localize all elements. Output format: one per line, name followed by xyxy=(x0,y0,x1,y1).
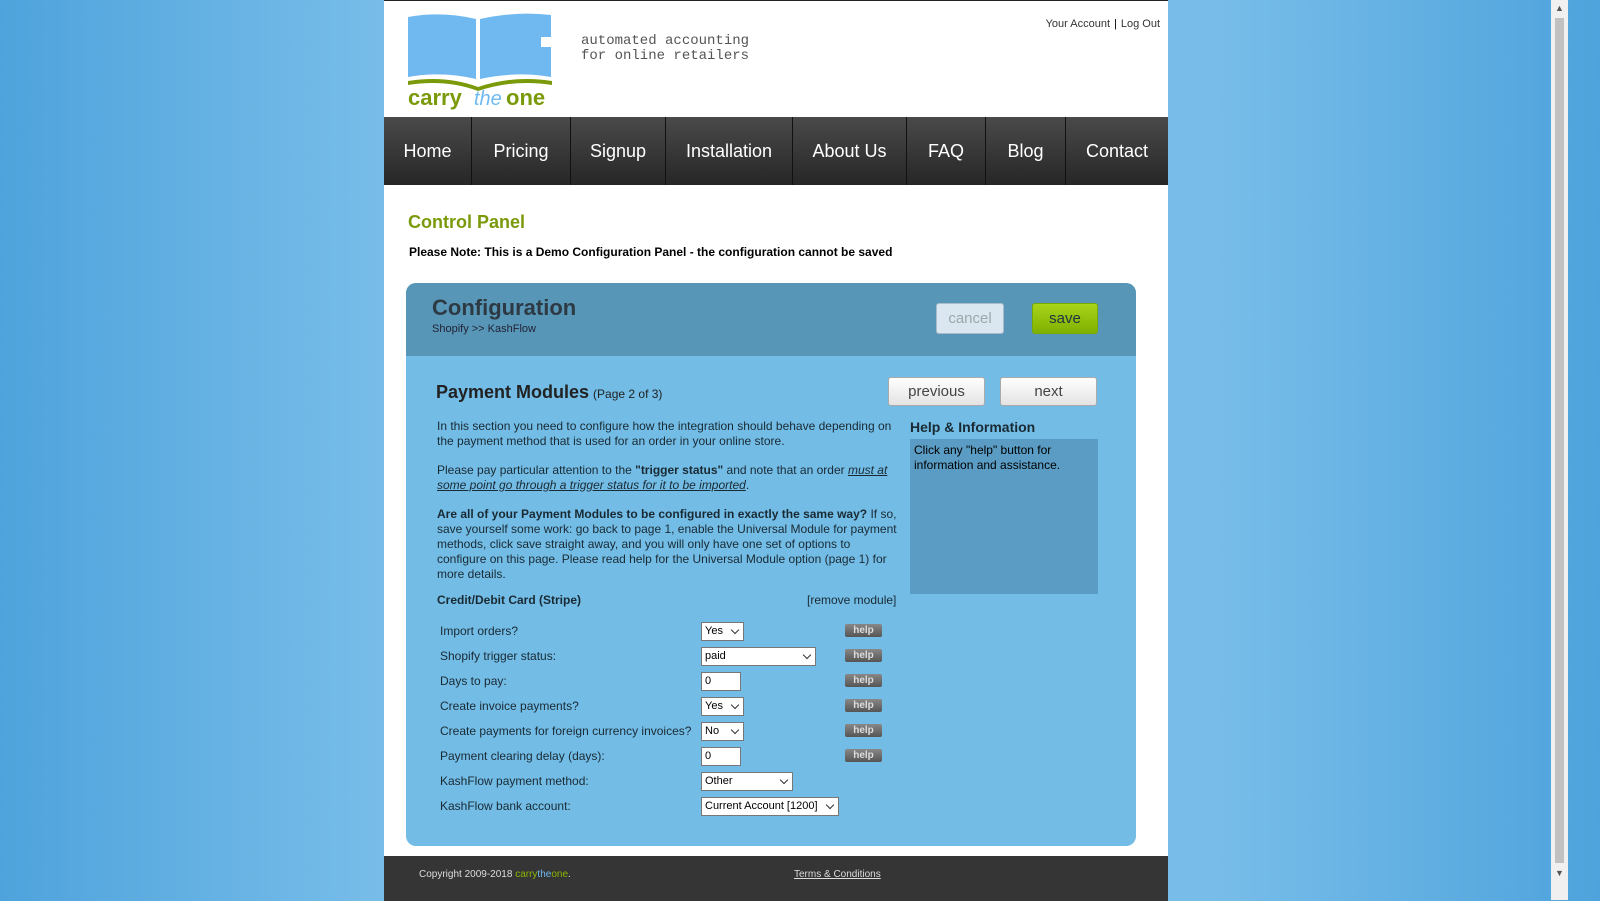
field-label: KashFlow payment method: xyxy=(440,774,589,788)
nav-contact[interactable]: Contact xyxy=(1066,117,1168,185)
nav-about-us[interactable]: About Us xyxy=(793,117,907,185)
intro-text: In this section you need to configure ho… xyxy=(437,419,899,596)
field-label: Days to pay: xyxy=(440,674,507,688)
trigger-status-select[interactable]: paid xyxy=(701,647,816,666)
next-button[interactable]: next xyxy=(1000,377,1097,406)
intro-paragraph-2: Please pay particular attention to the "… xyxy=(437,463,899,493)
field-label: Create invoice payments? xyxy=(440,699,579,713)
nav-blog[interactable]: Blog xyxy=(986,117,1066,185)
demo-note: Please Note: This is a Demo Configuratio… xyxy=(409,245,893,259)
svg-text:one: one xyxy=(506,85,545,110)
field-label: Payment clearing delay (days): xyxy=(440,749,605,763)
copyright-text: Copyright 2009-2018 xyxy=(419,869,516,880)
field-label: Shopify trigger status: xyxy=(440,649,557,663)
configuration-title: Configuration xyxy=(432,295,577,320)
help-button[interactable]: help xyxy=(845,649,882,662)
nav-pricing[interactable]: Pricing xyxy=(472,117,571,185)
brand-one: one xyxy=(551,869,569,880)
account-links: Your Account | Log Out xyxy=(1046,18,1160,30)
field-label: Import orders? xyxy=(440,624,519,638)
page-info: (Page 2 of 3) xyxy=(593,387,663,401)
help-title: Help & Information xyxy=(910,419,1036,435)
form-row-invoice-payments: Create invoice payments? Yes help xyxy=(440,697,900,717)
import-orders-select[interactable]: Yes xyxy=(701,622,744,641)
form-row-bank-account: KashFlow bank account: Current Account [1… xyxy=(440,797,900,817)
brand-carry: carry xyxy=(515,869,538,880)
save-button[interactable]: save xyxy=(1032,303,1098,334)
nav-home[interactable]: Home xyxy=(384,117,472,185)
help-button[interactable]: help xyxy=(845,724,882,737)
main-nav: Home Pricing Signup Installation About U… xyxy=(384,117,1168,185)
nav-faq[interactable]: FAQ xyxy=(907,117,986,185)
remove-module-link[interactable]: [remove module] xyxy=(807,593,896,607)
section-title: Payment Modules (Page 2 of 3) xyxy=(436,382,662,403)
scrollbar-thumb[interactable] xyxy=(1555,18,1564,863)
field-label: Create payments for foreign currency inv… xyxy=(440,724,692,738)
copyright: Copyright 2009-2018 carrytheone. xyxy=(419,869,571,880)
text-bold: Are all of your Payment Modules to be co… xyxy=(437,507,868,521)
svg-text:the: the xyxy=(474,88,502,110)
help-button[interactable]: help xyxy=(845,699,882,712)
scroll-down-icon[interactable]: ▼ xyxy=(1551,865,1568,882)
help-button[interactable]: help xyxy=(845,674,882,687)
text: and note that an order xyxy=(723,463,848,477)
nav-signup[interactable]: Signup xyxy=(571,117,666,185)
log-out-link[interactable]: Log Out xyxy=(1121,18,1160,30)
module-title: Credit/Debit Card (Stripe) xyxy=(437,593,582,607)
form-row-foreign-currency: Create payments for foreign currency inv… xyxy=(440,722,900,742)
dot: . xyxy=(568,869,571,880)
foreign-currency-select[interactable]: No xyxy=(701,722,744,741)
form-row-payment-method: KashFlow payment method: Other xyxy=(440,772,900,792)
payment-method-select[interactable]: Other xyxy=(701,772,793,791)
text-bold: "trigger status" xyxy=(635,463,724,477)
section-title-text: Payment Modules xyxy=(436,382,590,402)
intro-paragraph-1: In this section you need to configure ho… xyxy=(437,419,892,448)
page: carry the one automated accounting for o… xyxy=(384,0,1168,901)
days-to-pay-input[interactable]: 0 xyxy=(701,672,741,691)
text: Please pay particular attention to the xyxy=(437,463,636,477)
clearing-delay-input[interactable]: 0 xyxy=(701,747,741,766)
previous-button[interactable]: previous xyxy=(888,377,985,406)
field-label: KashFlow bank account: xyxy=(440,799,571,813)
help-button[interactable]: help xyxy=(845,624,882,637)
your-account-link[interactable]: Your Account xyxy=(1046,18,1110,30)
invoice-payments-select[interactable]: Yes xyxy=(701,697,744,716)
page-title: Control Panel xyxy=(408,212,526,232)
nav-installation[interactable]: Installation xyxy=(666,117,793,185)
text: . xyxy=(745,478,750,492)
brand-the: the xyxy=(537,869,552,880)
carrytheone-logo[interactable]: carry the one xyxy=(406,11,556,111)
terms-link[interactable]: Terms & Conditions xyxy=(794,869,881,880)
scrollbar[interactable]: ▲ ▼ xyxy=(1551,0,1568,900)
intro-paragraph-3: Are all of your Payment Modules to be co… xyxy=(437,507,899,582)
form-row-import-orders: Import orders? Yes help xyxy=(440,622,900,642)
scroll-up-icon[interactable]: ▲ xyxy=(1551,0,1568,17)
footer: Copyright 2009-2018 carrytheone. Terms &… xyxy=(384,856,1168,901)
form-row-trigger-status: Shopify trigger status: paid help xyxy=(440,647,900,667)
form-row-days-to-pay: Days to pay: 0 help xyxy=(440,672,900,692)
help-panel: Click any "help" button for information … xyxy=(910,439,1098,594)
help-button[interactable]: help xyxy=(845,749,882,762)
separator: | xyxy=(1114,18,1117,30)
tagline: automated accounting for online retailer… xyxy=(581,33,750,64)
configuration-panel: Configuration Shopify >> KashFlow cancel… xyxy=(406,283,1136,846)
svg-text:carry: carry xyxy=(408,85,463,110)
configuration-header: Configuration Shopify >> KashFlow cancel… xyxy=(406,283,1136,356)
cancel-button[interactable]: cancel xyxy=(936,303,1004,334)
form-row-clearing-delay: Payment clearing delay (days): 0 help xyxy=(440,747,900,767)
bank-account-select[interactable]: Current Account [1200] xyxy=(701,797,839,816)
breadcrumb: Shopify >> KashFlow xyxy=(432,323,536,335)
